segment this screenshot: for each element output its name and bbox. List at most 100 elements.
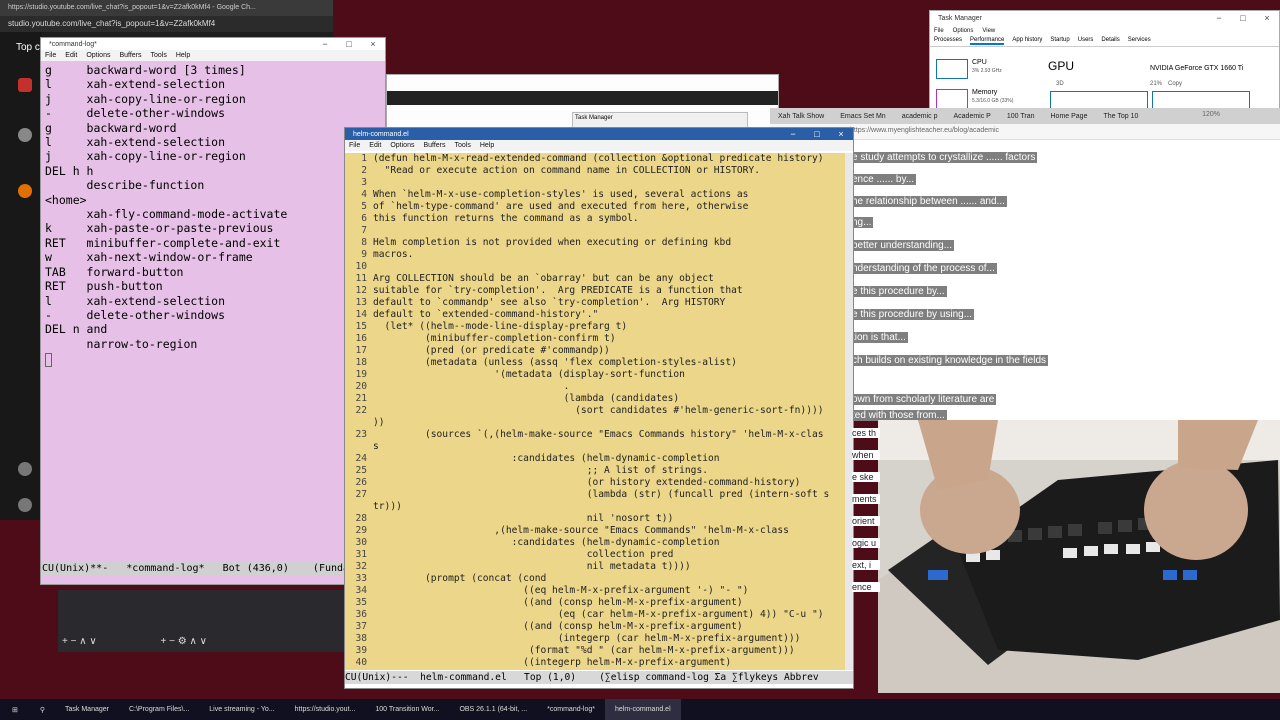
minimize-icon[interactable]: − (781, 129, 805, 139)
maximize-icon[interactable]: □ (337, 39, 361, 49)
code-line: s (345, 441, 845, 453)
menu-item[interactable]: File (349, 142, 360, 149)
code-text: ((and (consp helm-M-x-prefix-argument) (373, 621, 743, 632)
obs-scene-controls[interactable]: + − ∧ ∨ + − ⚙ ∧ ∨ (58, 636, 348, 650)
code-text: "Read or execute action on command name … (373, 165, 760, 176)
article-fragment: when (852, 450, 880, 460)
line-number: 38 (355, 633, 367, 644)
youtube-logo-icon (18, 78, 32, 92)
highlighted-phrase: e this procedure by using... (850, 309, 975, 320)
code-line: 29 ,(helm-make-source "Emacs Commands" '… (345, 525, 845, 537)
search-icon[interactable]: ⚲ (30, 699, 55, 720)
tab-services[interactable]: Services (1128, 37, 1151, 45)
taskbar-app[interactable]: Task Manager (55, 699, 119, 720)
line-number: 32 (355, 561, 367, 572)
highlighted-phrase: he relationship between ...... and... (850, 196, 1007, 207)
emoji-icon[interactable] (18, 498, 32, 512)
code-line: 28 nil 'nosort t)) (345, 513, 845, 525)
taskbar-app[interactable]: *command-log* (537, 699, 605, 720)
menu-item[interactable]: Edit (369, 142, 381, 149)
task-manager-menubar: File Options View (930, 25, 1279, 36)
menu-item[interactable]: Options (390, 142, 414, 149)
tab-performance[interactable]: Performance (970, 37, 1005, 45)
tab-users[interactable]: Users (1078, 37, 1094, 45)
code-line: 22 (sort candidates #'helm-generic-sort-… (345, 405, 845, 417)
code-text: ;; A list of strings. (373, 465, 709, 476)
log-line: g backward-word [3 times] (45, 63, 246, 77)
browser-tab[interactable]: Home Page (1043, 113, 1096, 120)
menu-item[interactable]: Buffers (423, 142, 445, 149)
taskbar-app[interactable]: C:\Program Files\... (119, 699, 199, 720)
browser-tab[interactable]: The Top 10 (1095, 113, 1146, 120)
code-text: :candidates (helm-dynamic-completion (373, 453, 720, 464)
youtube-top-chat-label: Top c (16, 42, 40, 53)
tab-app-history[interactable]: App history (1012, 37, 1042, 45)
line-number: 16 (355, 333, 367, 344)
line-number: 36 (355, 609, 367, 620)
code-line: 19 '(metadata (display-sort-function (345, 369, 845, 381)
taskbar-app[interactable]: helm-command.el (605, 699, 681, 720)
code-text: ((integerp helm-M-x-prefix-argument) (373, 657, 732, 668)
menu-item[interactable]: Tools (151, 52, 167, 59)
browser-tab[interactable]: Xah Talk Show (770, 113, 832, 120)
settings-icon[interactable] (18, 462, 32, 476)
youtube-url-bar[interactable]: studio.youtube.com/live_chat?is_popout=1… (0, 16, 333, 32)
menu-item[interactable]: Edit (65, 52, 77, 59)
helm-command-titlebar: helm-command.el − □ × (345, 128, 853, 140)
taskbar-app[interactable]: OBS 26.1.1 (64-bit, ... (449, 699, 537, 720)
gpu-name: NVIDIA GeForce GTX 1660 Ti (1150, 65, 1244, 72)
menu-item[interactable]: Buffers (119, 52, 141, 59)
line-number: 2 (361, 165, 367, 176)
code-line: 24 :candidates (helm-dynamic-completion (345, 453, 845, 465)
line-number: 7 (361, 225, 367, 236)
highlighted-phrase: tion is that... (850, 332, 908, 343)
minimize-icon[interactable]: − (1207, 13, 1231, 23)
taskbar-app[interactable]: 100 Transition Wor... (365, 699, 449, 720)
code-line: 40 ((integerp helm-M-x-prefix-argument) (345, 657, 845, 669)
start-button[interactable]: ⊞ (0, 699, 30, 720)
tab-startup[interactable]: Startup (1050, 37, 1069, 45)
maximize-icon[interactable]: □ (805, 129, 829, 139)
minimize-icon[interactable]: − (313, 39, 337, 49)
close-icon[interactable]: × (829, 129, 853, 139)
command-log-buffer[interactable]: g backward-word [3 times] l xah-extend-se… (45, 63, 375, 351)
code-line: 34 ((eq helm-M-x-prefix-argument '-) "- … (345, 585, 845, 597)
menu-item[interactable]: Options (953, 28, 974, 34)
code-line: 11 Arg COLLECTION should be an `obarray' … (345, 273, 845, 285)
taskbar-app[interactable]: https://studio.yout... (285, 699, 366, 720)
menu-item[interactable]: Help (176, 52, 190, 59)
code-text: (sources `(,(helm-make-source "Emacs Com… (373, 429, 824, 440)
article-fragment: ence (852, 582, 880, 592)
maximize-icon[interactable]: □ (1231, 13, 1255, 23)
small-task-manager-window[interactable]: Task Manager (572, 112, 748, 128)
browser-tab[interactable]: Academic P (946, 113, 999, 120)
browser-tab[interactable]: academic p (894, 113, 946, 120)
line-number: 29 (355, 525, 367, 536)
log-line: j xah-copy-line-or-region (45, 91, 246, 106)
tab-processes[interactable]: Processes (934, 37, 962, 45)
browser-tab[interactable]: 100 Tran (999, 113, 1043, 120)
menu-item[interactable]: File (934, 28, 944, 34)
menu-item[interactable]: View (982, 28, 995, 34)
taskbar-app[interactable]: Live streaming - Yo... (199, 699, 284, 720)
menu-item[interactable]: File (45, 52, 56, 59)
code-text: (lambda (candidates) (373, 393, 680, 404)
code-text: :candidates (helm-dynamic-completion (373, 537, 720, 548)
command-log-window[interactable]: *command-log* − □ × File Edit Options Buffers… (40, 37, 386, 585)
vertical-scrollbar[interactable] (845, 153, 853, 670)
code-line: tr))) (345, 501, 845, 513)
menu-item[interactable]: Tools (455, 142, 471, 149)
menu-item[interactable]: Help (480, 142, 494, 149)
menu-item[interactable]: Options (86, 52, 110, 59)
close-icon[interactable]: × (361, 39, 385, 49)
browser-tab[interactable]: Emacs Set Mn (832, 113, 894, 120)
close-icon[interactable]: × (1255, 13, 1279, 23)
log-line: w xah-next-window-or-frame (45, 250, 253, 265)
code-line: 5 of `helm-type-command' are used and exe… (345, 201, 845, 213)
log-line: l xah-extend-selection (45, 135, 226, 150)
helm-command-code-buffer[interactable]: 1 (defun helm-M-x-read-extended-command (… (345, 153, 845, 670)
task-manager-window[interactable]: Task Manager − □ × File Options View Process… (929, 10, 1280, 110)
code-line: 30 :candidates (helm-dynamic-completion (345, 537, 845, 549)
helm-command-window[interactable]: helm-command.el − □ × File Edit Options Buffe… (344, 127, 854, 689)
tab-details[interactable]: Details (1101, 37, 1119, 45)
